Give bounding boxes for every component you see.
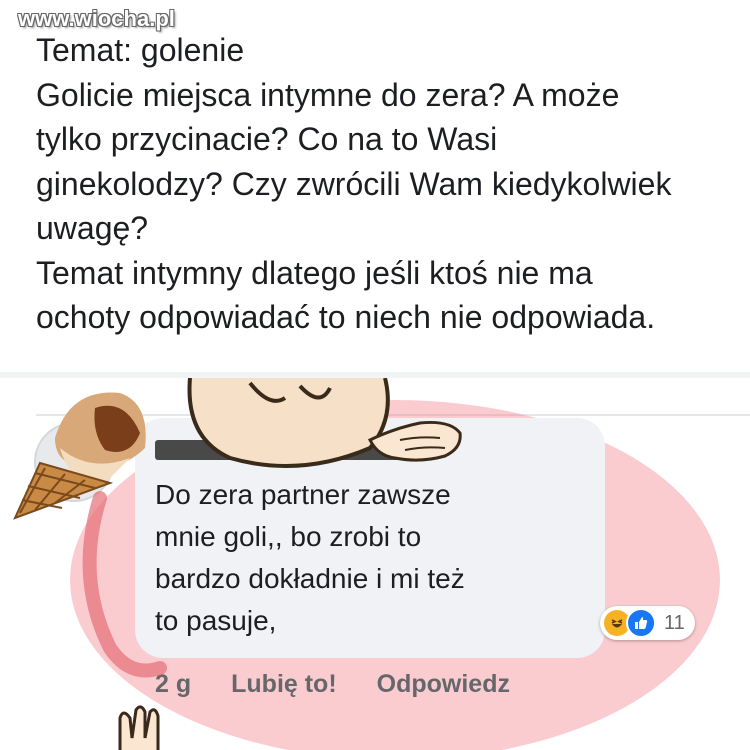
ice-cream-cone-icon — [13, 392, 146, 520]
post-line: ochoty odpowiadać to niech nie odpowiada… — [36, 299, 656, 335]
comment-panel: Do zera partner zawsze mnie goli,, bo zr… — [0, 378, 750, 750]
doodle-hand-bottom-icon — [118, 705, 160, 750]
post-line: Temat: golenie — [36, 32, 245, 68]
doodle-face-icon — [187, 378, 390, 468]
post-panel: www.wiocha.pl Temat: golenie Golicie mie… — [0, 0, 750, 372]
post-text: Temat: golenie Golicie miejsca intymne d… — [36, 28, 746, 340]
post-line: ginekolodzy? Czy zwrócili Wam kiedykolwi… — [36, 165, 672, 202]
watermark: www.wiocha.pl — [18, 6, 175, 31]
pink-scribble — [82, 491, 167, 678]
doodle-overlay — [13, 378, 462, 750]
post-line: Temat intymny dlatego jeśli ktoś nie ma — [36, 254, 593, 291]
post-line: uwagę? — [36, 210, 149, 246]
post-line: tylko przycinacie? Co na to Wasi — [36, 121, 498, 157]
post-line: Golicie miejsca intymne do zera? A może — [36, 76, 620, 113]
